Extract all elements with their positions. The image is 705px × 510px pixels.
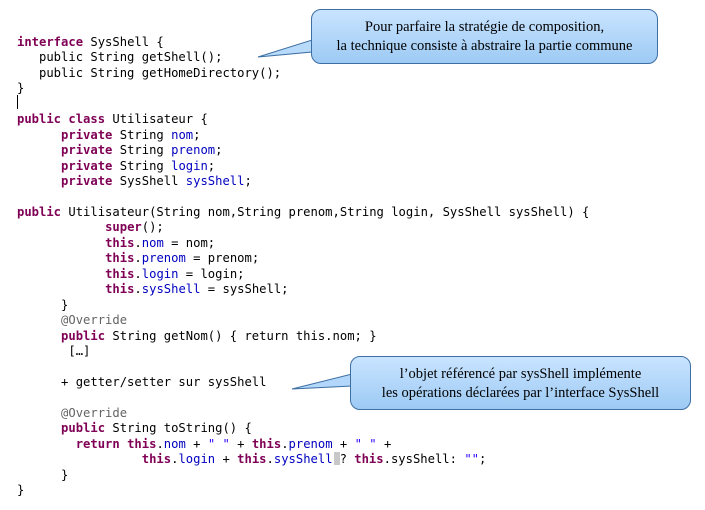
top-callout-line-2: la technique consiste à abstraire la par… xyxy=(336,38,633,54)
top-callout-pointer xyxy=(257,39,313,58)
callout-pointers xyxy=(257,39,353,390)
bottom-callout-line-1: l’objet référencé par sysShell implément… xyxy=(399,366,642,382)
bottom-callout-pointer xyxy=(291,373,353,390)
bottom-callout-line-2: les opérations déclarées par l’interface… xyxy=(381,385,660,401)
top-callout: Pour parfaire la stratégie de compositio… xyxy=(311,9,658,64)
bottom-callout: l’objet référencé par sysShell implément… xyxy=(350,356,691,410)
top-callout-line-1: Pour parfaire la stratégie de compositio… xyxy=(364,19,605,35)
